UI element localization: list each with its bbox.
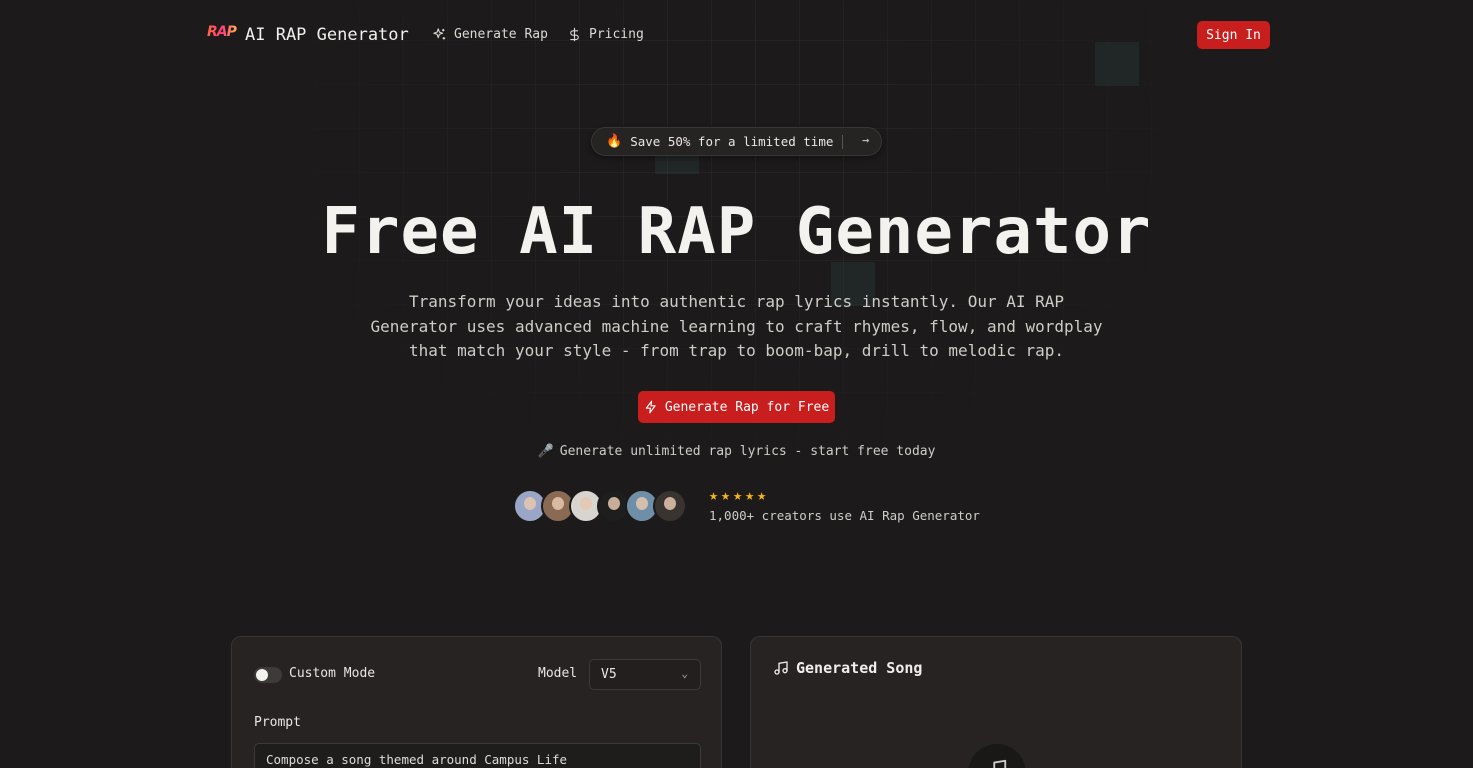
cta-label: Generate Rap for Free: [664, 399, 830, 415]
generated-song-panel: Generated Song: [750, 636, 1242, 768]
music-note-icon: [993, 759, 1007, 768]
logo[interactable]: RAP: [207, 24, 237, 44]
generated-song-header: Generated Song: [773, 659, 922, 677]
song-placeholder: [968, 744, 1026, 768]
avatar: [653, 489, 687, 523]
star-icon: ★: [709, 486, 719, 504]
hero-title: Free AI RAP Generator: [321, 195, 1152, 269]
generated-song-title: Generated Song: [796, 659, 923, 677]
chevron-down-icon: ⌄: [681, 667, 688, 680]
music-note-icon: [774, 661, 788, 675]
nav-link-generate-rap[interactable]: Generate Rap: [432, 27, 548, 42]
sign-in-button[interactable]: Sign In: [1197, 21, 1270, 49]
star-icon: ★: [733, 486, 743, 504]
top-nav: RAP AI RAP Generator Generate Rap Pricin…: [0, 20, 1473, 50]
tagline: 🎤 Generate unlimited rap lyrics - start f…: [0, 444, 1473, 459]
lightning-icon: [645, 400, 656, 414]
tagline-text: Generate unlimited rap lyrics - start fr…: [559, 444, 936, 459]
hero-subtitle: Transform your ideas into authentic rap …: [370, 292, 1103, 361]
custom-mode-toggle[interactable]: [254, 667, 282, 683]
divider: [842, 135, 843, 149]
fire-icon: 🔥: [606, 134, 623, 149]
arrow-right-icon: →: [862, 133, 870, 147]
model-label: Model: [538, 666, 578, 681]
custom-mode-label: Custom Mode: [289, 666, 376, 681]
nav-link-pricing[interactable]: Pricing: [567, 27, 644, 42]
nav-link-label: Pricing: [589, 27, 644, 42]
sparkles-icon: [433, 28, 446, 40]
brand-name[interactable]: AI RAP Generator: [245, 25, 409, 45]
star-icon: ★: [745, 486, 755, 504]
creators-count: 1,000+ creators use AI Rap Generator: [709, 508, 980, 523]
rating-stars: ★ ★ ★ ★ ★: [709, 487, 766, 504]
dollar-icon: [570, 27, 579, 42]
model-select[interactable]: V5 ⌄: [589, 659, 701, 690]
prompt-value: Compose a song themed around Campus Life: [266, 752, 568, 767]
star-icon: ★: [721, 486, 731, 504]
model-value: V5: [601, 667, 617, 682]
avatar-group: [513, 489, 687, 523]
prompt-input[interactable]: Compose a song themed around Campus Life: [254, 743, 701, 768]
generator-form-panel: Custom Mode Model V5 ⌄ Prompt Compose a …: [231, 636, 722, 768]
star-icon: ★: [757, 486, 767, 504]
microphone-icon: 🎤: [537, 444, 554, 459]
generate-rap-free-button[interactable]: Generate Rap for Free: [638, 391, 835, 423]
promo-text: Save 50% for a limited time: [630, 134, 834, 149]
prompt-label: Prompt: [254, 715, 301, 730]
promo-banner[interactable]: 🔥 Save 50% for a limited time →: [591, 127, 882, 156]
nav-link-label: Generate Rap: [454, 27, 548, 42]
